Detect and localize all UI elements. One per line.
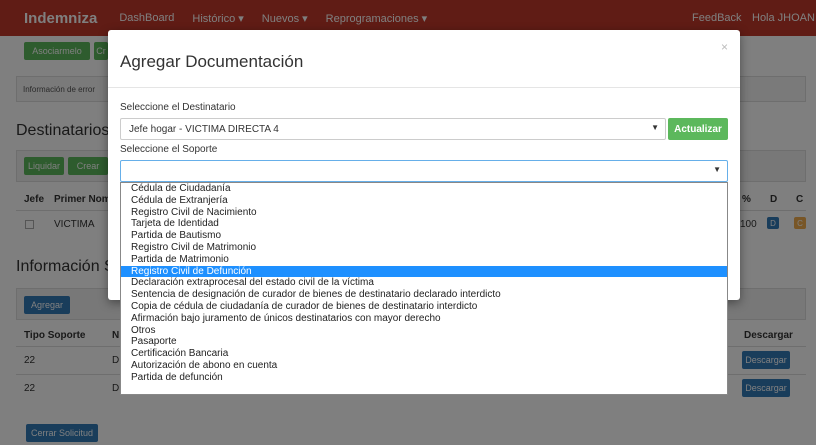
destinatario-label: Seleccione el Destinatario xyxy=(120,102,236,113)
close-icon[interactable]: × xyxy=(721,40,728,54)
soporte-option[interactable]: Registro Civil de Nacimiento xyxy=(121,207,727,219)
soporte-option[interactable]: Declaración extraprocesal del estado civ… xyxy=(121,277,727,289)
chevron-down-icon: ▼ xyxy=(651,123,659,132)
destinatario-select[interactable]: Jefe hogar - VICTIMA DIRECTA 4 ▼ xyxy=(120,118,666,140)
destinatario-select-value: Jefe hogar - VICTIMA DIRECTA 4 xyxy=(129,123,279,135)
soporte-option[interactable]: Registro Civil de Defunción xyxy=(121,265,727,278)
chevron-down-icon: ▼ xyxy=(713,165,721,174)
modal-header: Agregar Documentación × xyxy=(108,30,740,88)
soporte-option[interactable]: Autorización de abono en cuenta xyxy=(121,360,727,372)
soporte-option[interactable]: Tarjeta de Identidad xyxy=(121,218,727,230)
soporte-option[interactable]: Certificación Bancaria xyxy=(121,348,727,360)
soporte-option[interactable]: Cédula de Ciudadanía xyxy=(121,183,727,195)
soporte-option[interactable]: Cédula de Extranjería xyxy=(121,195,727,207)
soporte-option[interactable]: Pasaporte xyxy=(121,336,727,348)
soporte-option[interactable]: Sentencia de designación de curador de b… xyxy=(121,289,727,301)
soporte-option[interactable]: Afirmación bajo juramento de únicos dest… xyxy=(121,313,727,325)
soporte-dropdown-list[interactable]: Cédula de Ciudadanía Cédula de Extranjerí… xyxy=(120,182,728,395)
soporte-option[interactable]: Copia de cédula de ciudadanía de curador… xyxy=(121,301,727,313)
soporte-option[interactable]: Registro Civil de Matrimonio xyxy=(121,242,727,254)
soporte-option[interactable]: Partida de Matrimonio xyxy=(121,254,727,266)
modal-title: Agregar Documentación xyxy=(120,52,304,71)
soporte-label: Seleccione el Soporte xyxy=(120,144,218,155)
actualizar-button[interactable]: Actualizar xyxy=(668,118,728,140)
soporte-option[interactable]: Partida de Bautismo xyxy=(121,230,727,242)
soporte-select[interactable]: ▼ xyxy=(120,160,728,182)
soporte-option[interactable]: Otros xyxy=(121,325,727,337)
soporte-option[interactable]: Partida de defunción xyxy=(121,372,727,384)
